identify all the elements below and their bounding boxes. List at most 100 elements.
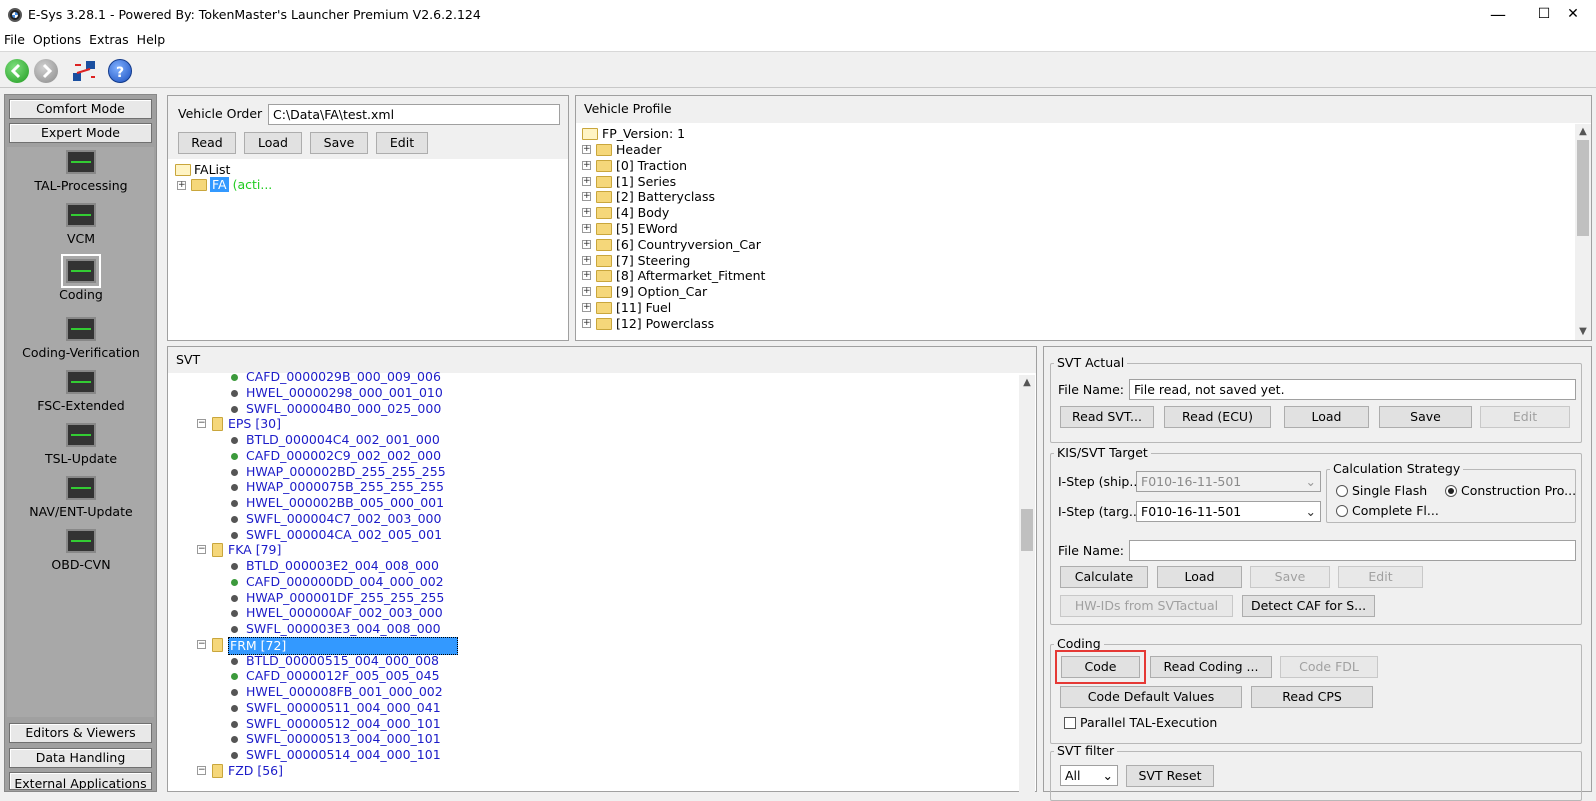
svt-entry[interactable]: SWFL_00000514_004_000_101 xyxy=(246,747,441,763)
single-flash-radio[interactable] xyxy=(1336,485,1348,497)
read-ecu-button[interactable]: Read (ECU) xyxy=(1164,406,1271,428)
edit-button[interactable]: Edit xyxy=(376,132,428,154)
svt-entry[interactable]: SWFL_000004C7_002_003_000 xyxy=(246,511,441,527)
svt-ecu-group[interactable]: FZD [56] xyxy=(228,763,283,779)
profile-tree-item[interactable]: [5] EWord xyxy=(616,221,678,237)
svt-entry[interactable]: CAFD_000000DD_004_000_002 xyxy=(246,574,444,590)
profile-tree-item[interactable]: [2] Batteryclass xyxy=(616,189,715,205)
expand-icon[interactable]: + xyxy=(582,318,591,328)
forward-icon[interactable] xyxy=(34,59,58,83)
svt-entry[interactable]: SWFL_00000513_004_000_101 xyxy=(246,731,441,747)
vehicle-order-path-field[interactable]: C:\Data\FA\test.xml xyxy=(268,104,560,125)
load-button[interactable]: Load xyxy=(244,132,302,154)
svt-actual-file-field[interactable]: File read, not saved yet. xyxy=(1129,379,1576,400)
svt-entry[interactable]: CAFD_0000029B_000_009_006 xyxy=(246,369,441,385)
svt-reset-button[interactable]: SVT Reset xyxy=(1126,765,1214,787)
svt-actual-save-button[interactable]: Save xyxy=(1379,406,1472,428)
svt-entry[interactable]: HWAP_0000075B_255_255_255 xyxy=(246,479,444,495)
svt-entry[interactable]: SWFL_000004B0_000_025_000 xyxy=(246,401,441,417)
detect-caf-button[interactable]: Detect CAF for S... xyxy=(1242,595,1375,617)
expand-icon[interactable]: + xyxy=(582,255,591,265)
kis-edit-button[interactable]: Edit xyxy=(1338,566,1423,588)
svt-entry[interactable]: CAFD_000002C9_002_002_000 xyxy=(246,448,441,464)
connect-icon[interactable] xyxy=(71,59,95,83)
expand-icon[interactable]: + xyxy=(582,239,591,249)
read-button[interactable]: Read xyxy=(178,132,236,154)
collapse-icon[interactable]: − xyxy=(197,639,206,649)
expand-icon[interactable]: + xyxy=(582,176,591,186)
code-default-values-button[interactable]: Code Default Values xyxy=(1060,686,1242,708)
svt-entry[interactable]: SWFL_00000512_004_000_101 xyxy=(246,716,441,732)
scroll-up-icon[interactable]: ▲ xyxy=(1019,375,1035,391)
menu-file[interactable]: File xyxy=(0,29,29,51)
profile-tree-item[interactable]: [1] Series xyxy=(616,174,676,190)
collapse-icon[interactable]: − xyxy=(197,765,206,775)
svt-filter-select[interactable]: All ⌄ xyxy=(1060,765,1118,786)
fp-version-node[interactable]: FP_Version: 1 xyxy=(602,126,685,142)
close-button[interactable]: ✕ xyxy=(1550,0,1596,29)
expand-icon[interactable]: + xyxy=(177,181,186,190)
read-cps-button[interactable]: Read CPS xyxy=(1251,686,1373,708)
svt-scrollbar[interactable]: ▲ xyxy=(1019,375,1035,793)
istep-ship-select[interactable]: F010-16-11-501 ⌄ xyxy=(1136,471,1321,492)
back-icon[interactable] xyxy=(5,59,29,83)
comfort-mode-button[interactable]: Comfort Mode xyxy=(9,99,152,119)
menu-help[interactable]: Help xyxy=(133,29,170,51)
svt-entry[interactable]: CAFD_0000012F_005_005_045 xyxy=(246,668,440,684)
kis-load-button[interactable]: Load xyxy=(1157,566,1242,588)
profile-tree-item[interactable]: [4] Body xyxy=(616,205,669,221)
fa-node[interactable]: FA (acti... xyxy=(210,177,272,193)
svt-entry[interactable]: BTLD_000003E2_004_008_000 xyxy=(246,558,439,574)
svt-entry[interactable]: HWAP_000002BD_255_255_255 xyxy=(246,464,446,480)
svt-entry[interactable]: BTLD_000004C4_002_001_000 xyxy=(246,432,440,448)
nav-nav-ent-update[interactable]: NAV/ENT-Update xyxy=(5,476,157,519)
expand-icon[interactable]: + xyxy=(582,160,591,170)
hw-ids-button[interactable]: HW-IDs from SVTactual xyxy=(1060,595,1233,617)
expand-icon[interactable]: + xyxy=(582,271,591,281)
construction-radio[interactable] xyxy=(1445,485,1457,497)
profile-tree-item[interactable]: [12] Powerclass xyxy=(616,316,714,332)
scroll-up-icon[interactable]: ▲ xyxy=(1575,124,1591,140)
istep-target-select[interactable]: F010-16-11-501 ⌄ xyxy=(1136,501,1321,522)
profile-tree-item[interactable]: [0] Traction xyxy=(616,158,687,174)
code-button[interactable]: Code xyxy=(1061,656,1140,678)
svt-entry[interactable]: HWEL_000002BB_005_000_001 xyxy=(246,495,444,511)
menu-options[interactable]: Options xyxy=(29,29,85,51)
svt-entry[interactable]: HWEL_00000298_000_001_010 xyxy=(246,385,443,401)
svt-entry[interactable]: SWFL_00000511_004_000_041 xyxy=(246,700,441,716)
read-coding-button[interactable]: Read Coding ... xyxy=(1150,656,1272,678)
scroll-thumb[interactable] xyxy=(1021,509,1033,551)
svt-actual-load-button[interactable]: Load xyxy=(1284,406,1369,428)
editors-viewers-button[interactable]: Editors & Viewers xyxy=(9,723,152,743)
profile-tree-item[interactable]: [7] Steering xyxy=(616,253,690,269)
complete-flash-radio[interactable] xyxy=(1336,505,1348,517)
code-fdl-button[interactable]: Code FDL xyxy=(1280,656,1378,678)
expand-icon[interactable]: + xyxy=(582,224,591,233)
nav-tal-processing[interactable]: TAL-Processing xyxy=(5,150,157,193)
expand-icon[interactable]: + xyxy=(582,192,591,202)
minimize-button[interactable]: — xyxy=(1475,0,1521,29)
kis-file-field[interactable] xyxy=(1129,540,1576,561)
falist-node[interactable]: FAList xyxy=(194,162,230,178)
save-button[interactable]: Save xyxy=(310,132,368,154)
svt-entry[interactable]: HWEL_000000AF_002_003_000 xyxy=(246,605,443,621)
expand-icon[interactable]: + xyxy=(582,287,591,297)
svt-entry[interactable]: SWFL_000003E3_004_008_000 xyxy=(246,621,441,637)
help-icon[interactable]: ? xyxy=(108,59,132,83)
expand-icon[interactable]: + xyxy=(582,145,591,154)
nav-tsl-update[interactable]: TSL-Update xyxy=(5,423,157,466)
profile-tree-item[interactable]: [9] Option_Car xyxy=(616,284,707,300)
kis-save-button[interactable]: Save xyxy=(1250,566,1330,588)
data-handling-button[interactable]: Data Handling xyxy=(9,748,152,768)
svt-entry[interactable]: HWAP_000001DF_255_255_255 xyxy=(246,590,444,606)
collapse-icon[interactable]: − xyxy=(197,419,206,429)
profile-tree-item[interactable]: Header xyxy=(616,142,662,158)
svt-entry[interactable]: HWEL_000008FB_001_000_002 xyxy=(246,684,443,700)
expand-icon[interactable]: + xyxy=(582,208,591,218)
profile-tree-item[interactable]: [8] Aftermarket_Fitment xyxy=(616,268,765,284)
external-applications-button[interactable]: External Applications xyxy=(9,772,152,790)
nav-obd-cvn[interactable]: OBD-CVN xyxy=(5,529,157,572)
vehicle-profile-scrollbar[interactable]: ▲ ▼ xyxy=(1575,124,1591,340)
profile-tree-item[interactable]: [6] Countryversion_Car xyxy=(616,237,761,253)
nav-coding[interactable]: Coding xyxy=(5,254,157,302)
